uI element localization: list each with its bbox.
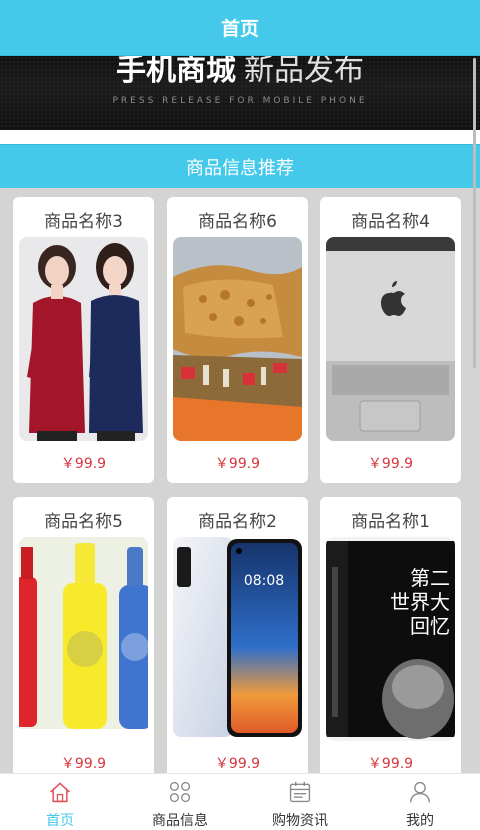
section-header: 商品信息推荐 xyxy=(0,144,480,188)
user-icon xyxy=(409,781,431,803)
product-image-laptop[interactable] xyxy=(326,237,455,441)
tab-label: 购物资讯 xyxy=(272,813,328,829)
grid-icon xyxy=(169,781,191,803)
home-icon xyxy=(50,782,70,803)
tab-home[interactable]: 首页 xyxy=(0,774,120,830)
banner-subtitle: PRESS RELEASE FOR MOBILE PHONE xyxy=(112,96,368,106)
tab-news[interactable]: 购物资讯 xyxy=(240,774,360,830)
scrollbar[interactable] xyxy=(473,58,476,368)
product-price: ￥99.9 xyxy=(214,456,261,472)
page-title: 首页 xyxy=(220,18,259,40)
tab-label: 首页 xyxy=(46,813,74,829)
book-title-line3: 回忆 xyxy=(410,614,450,638)
product-name: 商品名称6 xyxy=(198,212,277,232)
book-title-line1: 第二 xyxy=(410,566,450,590)
product-price: ￥99.9 xyxy=(60,756,107,772)
tab-label: 我的 xyxy=(406,813,434,829)
tab-profile[interactable]: 我的 xyxy=(360,774,480,830)
app-header: 首页 xyxy=(0,0,480,56)
section-title: 商品信息推荐 xyxy=(186,157,294,179)
product-grid: 商品名称3 ￥99.9 商品名称6 ￥99.9 商品名称4 ￥99.9 商品名称… xyxy=(0,188,480,773)
tab-products[interactable]: 商品信息 xyxy=(120,774,240,830)
banner-title-strong: 手机商城 xyxy=(116,56,236,88)
product-card[interactable]: 商品名称5 ￥99.9 xyxy=(13,497,154,773)
product-card[interactable]: 商品名称3 ￥99.9 xyxy=(13,197,154,483)
product-image-book[interactable]: 第二 世界大 回忆 xyxy=(326,537,455,741)
promo-banner[interactable]: 手机商城 新品发布 PRESS RELEASE FOR MOBILE PHONE xyxy=(0,56,480,130)
product-name: 商品名称4 xyxy=(351,212,430,232)
product-name: 商品名称1 xyxy=(351,512,430,532)
product-card[interactable]: 商品名称2 08:08 ￥99.9 xyxy=(167,497,308,773)
product-price: ￥99.9 xyxy=(60,456,107,472)
product-price: ￥99.9 xyxy=(214,756,261,772)
product-price: ￥99.9 xyxy=(367,456,414,472)
divider xyxy=(0,130,480,144)
product-image-food[interactable] xyxy=(173,237,302,441)
product-image-clothing[interactable] xyxy=(19,237,148,441)
banner-title-light: 新品发布 xyxy=(244,56,364,88)
product-name: 商品名称2 xyxy=(198,512,277,532)
calendar-icon xyxy=(289,781,311,803)
product-card[interactable]: 商品名称4 ￥99.9 xyxy=(320,197,461,483)
banner-title: 手机商城 新品发布 xyxy=(0,56,480,88)
product-image-phone[interactable]: 08:08 xyxy=(173,537,302,741)
product-card[interactable]: 商品名称1 第二 世界大 回忆 ￥99.9 xyxy=(320,497,461,773)
product-price: ￥99.9 xyxy=(367,756,414,772)
book-title-line2: 世界大 xyxy=(390,590,450,614)
product-image-bottles[interactable] xyxy=(19,537,148,741)
product-card[interactable]: 商品名称6 ￥99.9 xyxy=(167,197,308,483)
tab-label: 商品信息 xyxy=(152,813,208,829)
product-name: 商品名称3 xyxy=(44,212,123,232)
product-name: 商品名称5 xyxy=(44,512,123,532)
phone-clock: 08:08 xyxy=(244,573,284,589)
bottom-tab-bar: 首页 商品信息 购物资讯 我的 xyxy=(0,773,480,830)
